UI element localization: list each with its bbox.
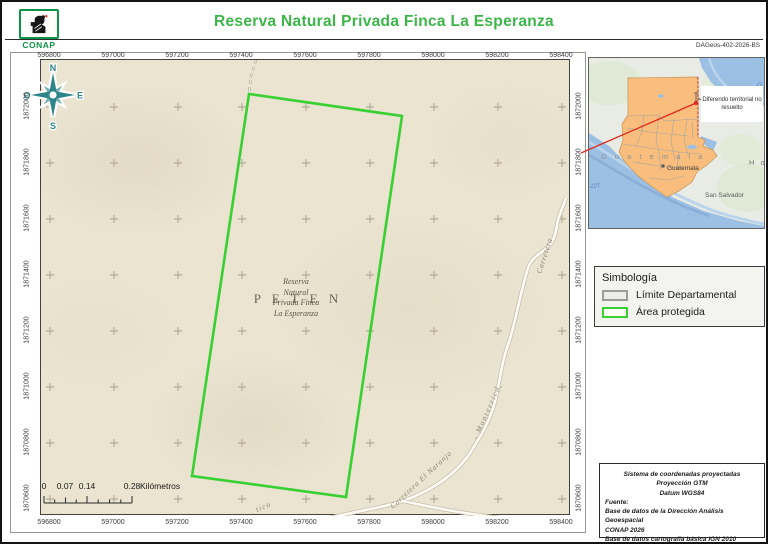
grid-y-label: 1871400 [575,260,583,288]
grid-x-label: 597600 [293,52,317,59]
grid-y-label: 1871000 [575,372,583,400]
map-document: CONAP Reserva Natural Privada Finca La E… [0,0,768,544]
road-name-label: tico [254,499,272,514]
grid-x-label: 598200 [485,519,509,526]
legend-item-label: Límite Departamental [636,289,737,301]
grid-y-label: 1870600 [575,484,583,512]
territorial-dispute-callout: Diferendo territorial no resuelto [701,86,763,122]
scale-bar-ticks [43,496,133,504]
departmental-swatch-icon [602,289,628,301]
scale-tick-label: 0.07 [56,481,74,491]
credit-line: Sistema de coordenadas proyectadas [623,471,741,478]
area-name-line: Reserva [283,277,309,286]
honduras-label-fragment: H o [749,158,764,167]
credit-line: CONAP 2026 [605,526,645,534]
grid-x-label: 597000 [101,519,125,526]
grid-x-label: 597400 [229,52,253,59]
grid-y-label: 1871200 [575,316,583,344]
grid-x-label: 597000 [101,52,125,59]
header-divider [5,39,763,40]
scale-tick-label: 0.28 [123,481,141,491]
main-map[interactable]: Carretera El Naranjo - Monterrico Carreter… [40,59,570,516]
grid-x-label: 597800 [357,519,381,526]
grid-y-label: 1871600 [575,204,583,232]
grid-y-label: 1871000 [23,372,31,400]
grid-x-label: 596800 [37,52,61,59]
page-title: Reserva Natural Privada Finca La Esperan… [214,13,554,30]
grid-y-label: 1871600 [23,204,31,232]
grid-y-label: 1870600 [23,484,31,512]
compass-south-label: S [50,121,56,131]
grid-x-label: 597400 [229,519,253,526]
credits-box: Sistema de coordenadas proyectadas Proyec… [599,463,765,542]
country-label: G u a t e m a l a [601,152,705,161]
legend: Simbología Límite Departamental Área prot… [594,266,765,327]
grid-x-label: 597800 [357,52,381,59]
grid-x-label: 598000 [421,52,445,59]
legend-item-label: Área protegida [636,306,705,318]
grid-x-label: 598400 [549,52,573,59]
road-carretera [328,197,568,516]
conap-logo-text: CONAP [22,40,56,50]
grid-y-label: 1870800 [575,428,583,456]
grid-y-label: 1871400 [23,260,31,288]
coast-label-fragment: 22T [589,184,602,190]
inset-map[interactable]: G u a t e m a l a Guatemala San Salvador… [588,57,765,229]
scale-tick-label: 0 [41,481,47,491]
grid-x-label: 597600 [293,519,317,526]
credit-line: Datum WGS84 [659,489,705,497]
department-label: P E T E N [253,291,343,306]
grid-x-label: 596800 [37,519,61,526]
legend-title: Simbología [602,272,658,284]
credit-line: Fuente: [605,498,629,506]
compass-rose-icon: N E S O [22,61,85,135]
grid-x-label: 597200 [165,52,189,59]
area-name-line: La Esperanza [273,308,319,318]
grid-y-label: 1872000 [23,92,31,120]
trail-path [247,60,258,94]
grid-x-label: 598000 [421,519,445,526]
doc-number: DAGeos-402-2026-BS [696,41,760,49]
grid-y-label: 1872000 [575,92,583,120]
credit-line: Proyección GTM [656,480,708,488]
grid-y-label: 1871800 [23,148,31,176]
compass-north-label: N [50,63,57,73]
scale-bar: 0 0.07 0.14 0.28 Kilómetros [41,481,221,515]
grid-y-label: 1870800 [23,428,31,456]
san-salvador-label: San Salvador [705,192,745,199]
credit-line: Base de datos cartografía básica IGN 201… [605,536,737,544]
credit-line: Base de datos de la Dirección Análisis G… [605,508,724,525]
legend-item-departmental: Límite Departamental [602,289,757,301]
grid-x-label: 598200 [485,52,509,59]
compass-east-label: E [77,91,83,101]
road-name-label: - Monterrico [471,384,503,440]
grid-y-label: 1871800 [575,148,583,176]
grid-x-label: 597200 [165,519,189,526]
grid-x-label: 598400 [549,519,573,526]
scale-unit-label: Kilómetros [140,481,181,491]
capital-city-label: Guatemala [667,165,699,172]
legend-item-protected: Área protegida [602,306,757,318]
protected-swatch-icon [602,306,628,318]
grid-y-label: 1871200 [23,316,31,344]
scale-tick-label: 0.14 [78,481,96,491]
